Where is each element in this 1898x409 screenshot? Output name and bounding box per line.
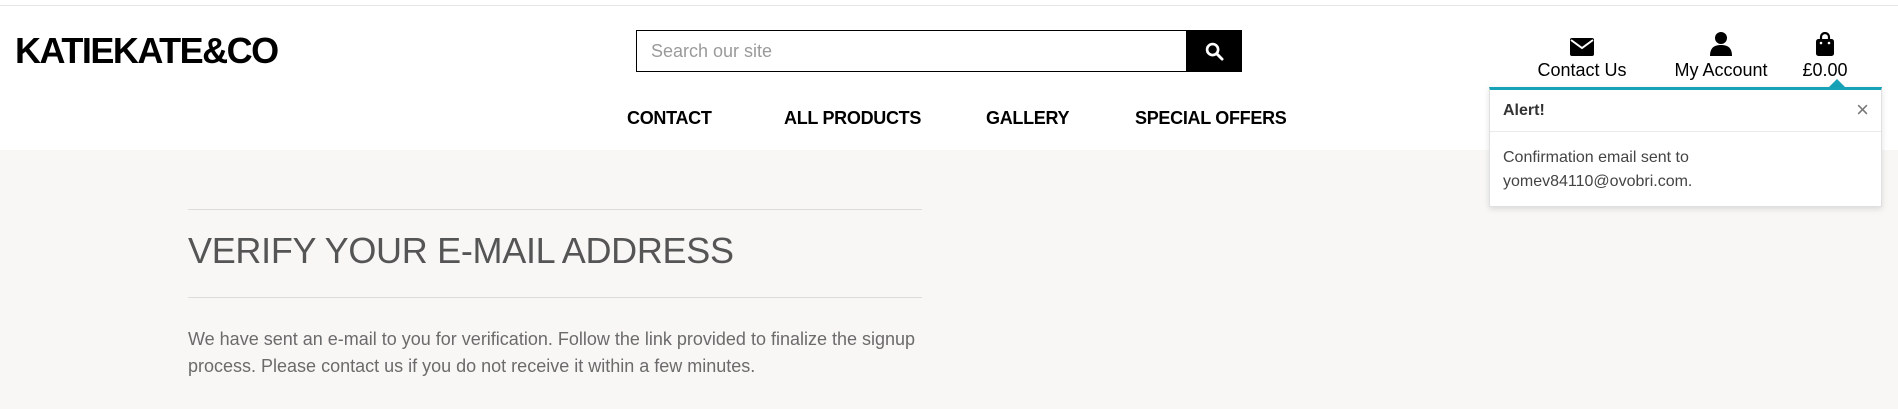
alert-toast: Alert! × Confirmation email sent to yome…	[1489, 87, 1882, 207]
verification-message: We have sent an e-mail to you for verifi…	[188, 329, 916, 376]
alert-title: Alert!	[1503, 102, 1545, 119]
close-icon[interactable]: ×	[1856, 99, 1869, 121]
my-account-link[interactable]: My Account	[1662, 26, 1780, 81]
user-icon	[1710, 32, 1732, 56]
alert-header: Alert! ×	[1490, 90, 1881, 132]
my-account-label: My Account	[1674, 60, 1768, 80]
nav-item-gallery[interactable]: GALLERY	[986, 108, 1070, 129]
nav-item-contact[interactable]: CONTACT	[627, 108, 712, 129]
search-input[interactable]	[636, 30, 1186, 72]
alert-message: Confirmation email sent to yomev84110@ov…	[1503, 149, 1693, 190]
divider-top	[188, 209, 922, 210]
search-form	[636, 30, 1242, 72]
site-logo[interactable]: KATIEKATE&CO	[15, 30, 279, 72]
contact-us-link[interactable]: Contact Us	[1520, 26, 1644, 81]
bag-total: £0.00	[1802, 60, 1848, 80]
header-utilities: Contact Us My Account £0.00	[1520, 26, 1860, 81]
nav-item-all-products[interactable]: ALL PRODUCTS	[784, 108, 921, 129]
envelope-icon	[1570, 38, 1594, 56]
contact-us-label: Contact Us	[1537, 60, 1627, 80]
shopping-bag-icon	[1816, 32, 1834, 56]
page-title: VERIFY YOUR E-MAIL ADDRESS	[188, 230, 734, 271]
nav-item-special-offers[interactable]: SPECIAL OFFERS	[1135, 108, 1287, 129]
alert-pointer	[1829, 79, 1845, 87]
search-icon	[1205, 42, 1224, 61]
search-button[interactable]	[1186, 30, 1242, 72]
divider-bottom	[188, 297, 922, 298]
shopping-bag-link[interactable]: £0.00	[1790, 26, 1860, 81]
